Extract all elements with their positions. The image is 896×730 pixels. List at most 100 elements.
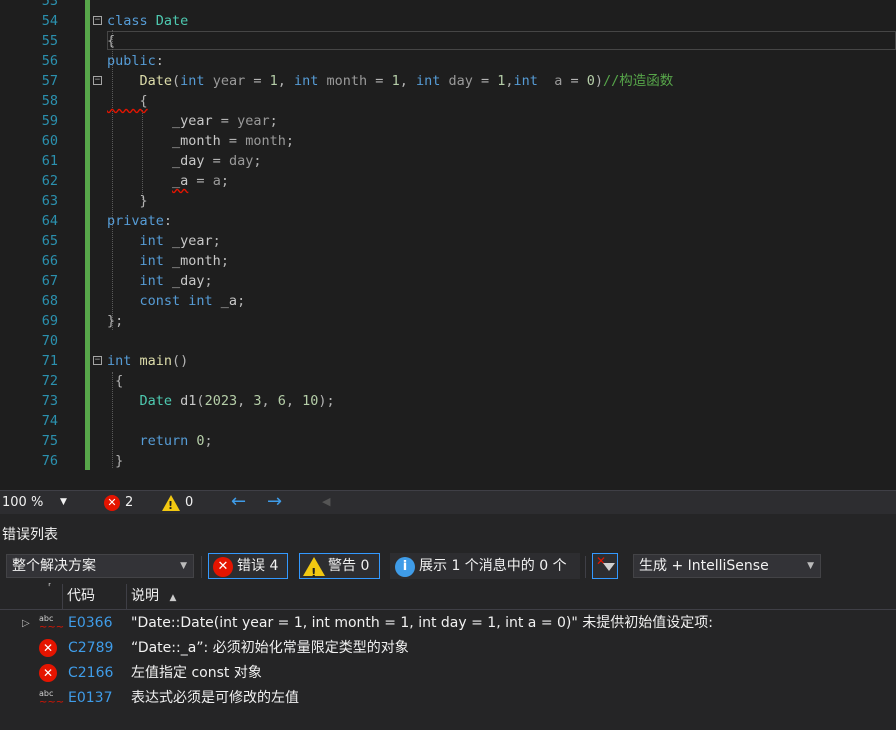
code-token: d1 [180,393,197,409]
code-line[interactable]: 68 const int _a; [0,291,896,311]
column-icon-header[interactable]: ⸢ [30,583,62,609]
navigate-back-icon[interactable]: ← [231,491,246,513]
scope-dropdown[interactable]: 整个解决方案 ▼ [6,554,194,578]
intellisense-abc-icon: abc ~~~ [39,689,65,708]
error-row[interactable]: ✕ C2789 “Date::_a”: 必须初始化常量限定类型的对象 [0,636,896,661]
code-line[interactable]: 69}; [0,311,896,331]
code-line[interactable]: 60 _month = month; [0,131,896,151]
code-line[interactable]: 53 [0,0,896,11]
error-list-panel: 错误列表 整个解决方案 ▼ ✕ 错误 4 ! 警告 0 i 展示 1 个消息中的… [0,514,896,730]
error-code-link[interactable]: C2789 [68,636,113,661]
code-line[interactable]: 55 { [0,31,896,51]
expand-arrow-icon[interactable]: ▷ [22,611,30,636]
line-number: 74 [41,413,58,429]
code-line[interactable]: 62 _a = a; [0,171,896,191]
code-line[interactable]: 56 public: [0,51,896,71]
zoom-dropdown[interactable]: 100 % ▼ [0,491,72,514]
code-line[interactable]: 75 return 0; [0,431,896,451]
code-token: int [107,273,173,289]
code-text: Date d1(2023, 3, 6, 10); [107,391,335,411]
code-line[interactable]: 57− Date(int year = 1, int month = 1, in… [0,71,896,91]
code-text: _day = day; [107,151,261,171]
code-line[interactable]: 63 } [0,191,896,211]
code-token: year [212,73,254,89]
code-token: = [228,133,246,149]
code-text: int main() [107,351,188,371]
code-text: return 0; [107,431,213,451]
messages-filter-button[interactable]: i 展示 1 个消息中的 0 个 [390,553,580,579]
errors-filter-button[interactable]: ✕ 错误 4 [208,553,288,579]
code-line[interactable]: 65 int _year; [0,231,896,251]
code-line[interactable]: 76 } [0,451,896,471]
code-token: ) [594,73,603,89]
clear-filter-button[interactable]: ✕ [592,553,618,579]
column-description-header[interactable]: 说明 ▲ [126,584,896,609]
collapse-icon[interactable]: − [93,76,102,85]
error-code-link[interactable]: C2166 [68,661,113,686]
code-text: } [107,451,123,471]
code-token: = [220,113,238,129]
code-token: 0 [586,73,595,89]
code-line[interactable]: 66 int _month; [0,251,896,271]
line-number: 70 [41,333,58,349]
code-editor[interactable]: 53 54− class Date 55{56 public: 57− Date(int … [0,0,896,490]
code-token: year [237,113,270,129]
navigate-forward-icon[interactable]: → [267,491,282,513]
error-code-link[interactable]: E0366 [68,611,112,636]
code-token: const [107,293,189,309]
code-line[interactable]: 73 Date d1(2023, 3, 6, 10); [0,391,896,411]
errors-filter-label: 错误 4 [237,558,279,574]
code-line[interactable]: 64 private: [0,211,896,231]
code-token: Date [155,13,189,29]
error-list-toolbar: 整个解决方案 ▼ ✕ 错误 4 ! 警告 0 i 展示 1 个消息中的 0 个 … [0,550,896,584]
code-token: int [415,73,449,89]
code-line[interactable]: 54 − class Date [0,11,896,31]
error-code-link[interactable]: E0137 [68,686,112,711]
chevron-down-icon: ▼ [60,497,67,507]
scope-value: 整个解决方案 [12,558,96,574]
warning-icon[interactable]: ! [162,495,180,512]
collapse-icon[interactable]: − [93,16,102,25]
code-token: ; [204,433,213,449]
error-description: "Date::Date(int year = 1, int month = 1,… [131,615,713,631]
column-code-header[interactable]: 代码 [62,584,126,609]
error-description: 表达式必须是可修改的左值 [131,690,299,706]
code-token: _year [107,113,221,129]
error-icon[interactable]: ✕ [104,495,120,511]
code-text: { [107,371,123,391]
line-number: 67 [41,273,58,289]
error-count[interactable]: 2 [125,491,133,514]
code-line[interactable]: 74 [0,411,896,431]
code-token: 1 [269,73,278,89]
scroll-left-icon[interactable]: ◀ [322,491,330,513]
line-number: 62 [41,173,58,189]
build-source-dropdown[interactable]: 生成 + IntelliSense ▼ [633,554,821,578]
code-line[interactable]: 72 { [0,371,896,391]
messages-filter-label: 展示 1 个消息中的 0 个 [419,558,567,574]
code-line[interactable]: 67 int _day; [0,271,896,291]
code-token: 10 [302,393,319,409]
error-row[interactable]: abc ~~~ E0137 表达式必须是可修改的左值 [0,686,896,711]
code-line[interactable]: 58 { [0,91,896,111]
funnel-icon [603,563,615,571]
code-text: } [107,191,148,211]
code-token: _month [172,253,221,269]
column-description-label: 说明 [131,588,159,604]
warnings-filter-label: 警告 0 [328,558,370,574]
error-row[interactable]: ▷ abc ~~~ E0366 "Date::Date(int year = 1, in… [0,611,896,636]
code-line[interactable]: 70 [0,331,896,351]
code-token: ); [318,393,335,409]
code-token: = [188,173,213,189]
chevron-down-icon: ▼ [180,561,187,571]
line-number: 58 [41,93,58,109]
code-token: ( [196,393,205,409]
warning-count[interactable]: 0 [185,491,193,514]
error-row[interactable]: ✕ C2166 左值指定 const 对象 [0,661,896,686]
code-line[interactable]: 61 _day = day; [0,151,896,171]
code-line[interactable]: 71 − int main() [0,351,896,371]
collapse-icon[interactable]: − [93,356,102,365]
warnings-filter-button[interactable]: ! 警告 0 [299,553,380,580]
code-token: ; [220,173,229,189]
code-token: , [237,393,254,409]
code-line[interactable]: 59 _year = year; [0,111,896,131]
